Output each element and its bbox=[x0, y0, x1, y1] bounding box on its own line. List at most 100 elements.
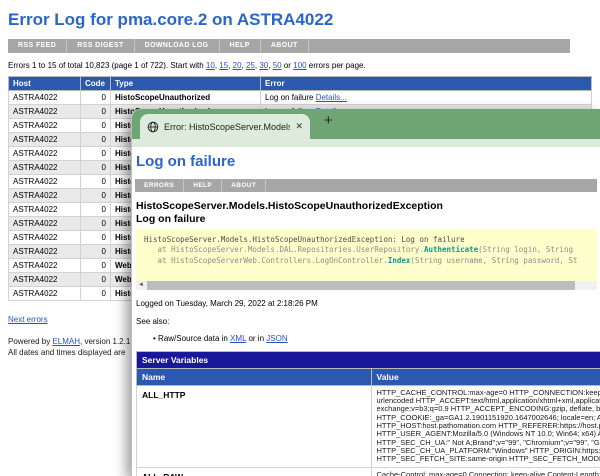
bullet-icon: • bbox=[153, 334, 156, 343]
stack-segment-method: Index bbox=[388, 256, 411, 265]
page-size-link-50[interactable]: 50 bbox=[273, 61, 282, 70]
code-cell: 0 bbox=[81, 189, 111, 203]
host-cell: ASTRA4022 bbox=[9, 189, 81, 203]
column-header-type: Type bbox=[111, 77, 261, 91]
stack-line: HistoScopeServer.Models.HistoScopeUnauth… bbox=[144, 235, 589, 245]
scrollbar-thumb[interactable] bbox=[147, 281, 575, 290]
table-row: ASTRA40220HistoScopeUnauthorizedLog on f… bbox=[9, 91, 592, 105]
elmah-link[interactable]: ELMAH bbox=[52, 337, 80, 346]
column-header-host: Host bbox=[9, 77, 81, 91]
host-cell: ASTRA4022 bbox=[9, 105, 81, 119]
raw-source-text: Raw/Source data in bbox=[158, 334, 230, 343]
stack-segment-frame: at HistoScopeServer.Models.DAL.Repositor… bbox=[144, 245, 424, 254]
error-detail-title: Log on failure bbox=[136, 153, 600, 170]
code-cell: 0 bbox=[81, 273, 111, 287]
browser-tab[interactable]: Error: HistoScopeServer.Models.H ✕ bbox=[140, 114, 310, 139]
host-cell: ASTRA4022 bbox=[9, 133, 81, 147]
server-var-value-line: HTTP_SEC_FETCH_SITE:same-origin HTTP_SEC… bbox=[377, 455, 600, 463]
stack-segment-frame: (String login, String bbox=[478, 245, 577, 254]
stack-segment-frame: at HistoScopeServerWeb.Controllers.LogOn… bbox=[144, 256, 388, 265]
server-var-name: ALL_HTTP bbox=[137, 385, 372, 467]
column-header-code: Code bbox=[81, 77, 111, 91]
xml-link[interactable]: XML bbox=[230, 334, 246, 343]
host-cell: ASTRA4022 bbox=[9, 245, 81, 259]
server-var-value: Cache-Control: max-age=0 Connection: kee… bbox=[371, 467, 600, 476]
page-size-link-100[interactable]: 100 bbox=[293, 61, 306, 70]
server-variables-header-row: Name Value bbox=[137, 368, 600, 385]
scroll-left-arrow-icon[interactable]: ◄ bbox=[136, 281, 146, 290]
details-link[interactable]: Details... bbox=[316, 93, 347, 102]
toolbar-about-button[interactable]: ABOUT bbox=[261, 39, 309, 53]
server-var-value-line: HTTP_CACHE_CONTROL:max-age=0 HTTP_CONNEC… bbox=[377, 389, 600, 397]
value-column-header: Value bbox=[371, 368, 600, 385]
scrollbar-track[interactable] bbox=[146, 281, 597, 290]
server-variables-title: Server Variables bbox=[137, 351, 600, 368]
detail-toolbar-about-button[interactable]: ABOUT bbox=[222, 179, 266, 192]
code-cell: 0 bbox=[81, 245, 111, 259]
code-cell: 0 bbox=[81, 175, 111, 189]
status-line: Errors 1 to 15 of total 10,823 (page 1 o… bbox=[8, 61, 592, 70]
toolbar-rss-feed-button[interactable]: RSS FEED bbox=[8, 39, 67, 53]
server-var-value-line: HTTP_SEC_CH_UA_PLATFORM:"Windows" HTTP_O… bbox=[377, 447, 600, 455]
server-var-row: ALL_RAWCache-Control: max-age=0 Connecti… bbox=[137, 467, 600, 476]
code-cell: 0 bbox=[81, 203, 111, 217]
tab-title: Error: HistoScopeServer.Models.H bbox=[164, 122, 290, 132]
server-var-value-line: exchange;v=b3;q=0.9 HTTP_ACCEPT_ENCODING… bbox=[377, 405, 600, 413]
toolbar-help-button[interactable]: HELP bbox=[220, 39, 261, 53]
host-cell: ASTRA4022 bbox=[9, 91, 81, 105]
exception-message: Log on failure bbox=[136, 213, 600, 226]
error-table-header-row: Host Code Type Error bbox=[9, 77, 592, 91]
next-errors-link[interactable]: Next errors bbox=[8, 315, 48, 324]
server-var-row: ALL_HTTP HTTP_CACHE_CONTROL:max-age=0 HTT… bbox=[137, 385, 600, 467]
detail-toolbar-errors-button[interactable]: ERRORS bbox=[135, 179, 184, 192]
stack-segment-head: HistoScopeServer.Models.HistoScopeUnauth… bbox=[144, 235, 465, 244]
status-prefix: Errors 1 to 15 of total 10,823 (page 1 o… bbox=[8, 61, 204, 70]
page-size-link-10[interactable]: 10 bbox=[206, 61, 215, 70]
host-cell: ASTRA4022 bbox=[9, 217, 81, 231]
code-cell: 0 bbox=[81, 119, 111, 133]
stack-line: at HistoScopeServer.Models.DAL.Repositor… bbox=[144, 245, 589, 255]
detail-toolbar: ERRORSHELPABOUT bbox=[135, 179, 597, 192]
page-size-link-15[interactable]: 15 bbox=[219, 61, 228, 70]
server-var-value-line: HTTP_COOKIE:_ga=GA1.2.1901151920.1647002… bbox=[377, 414, 600, 422]
stack-segment-method: Authenticate bbox=[424, 245, 478, 254]
code-cell: 0 bbox=[81, 147, 111, 161]
json-link[interactable]: JSON bbox=[266, 334, 287, 343]
host-cell: ASTRA4022 bbox=[9, 175, 81, 189]
host-cell: ASTRA4022 bbox=[9, 119, 81, 133]
new-tab-button[interactable]: + bbox=[324, 112, 333, 129]
column-header-error: Error bbox=[261, 77, 592, 91]
host-cell: ASTRA4022 bbox=[9, 147, 81, 161]
code-cell: 0 bbox=[81, 217, 111, 231]
host-cell: ASTRA4022 bbox=[9, 203, 81, 217]
host-cell: ASTRA4022 bbox=[9, 259, 81, 273]
toolbar-rss-digest-button[interactable]: RSS DIGEST bbox=[67, 39, 134, 53]
tab-close-icon[interactable]: ✕ bbox=[295, 122, 303, 131]
server-var-value-line: HTTP_SEC_CH_UA:" Not A;Brand";v="99", "C… bbox=[377, 439, 600, 447]
logged-on-timestamp: Logged on Tuesday, March 29, 2022 at 2:1… bbox=[136, 299, 600, 308]
error-detail-content: Log on failure ERRORSHELPABOUT HistoScop… bbox=[132, 147, 600, 476]
host-cell: ASTRA4022 bbox=[9, 231, 81, 245]
stack-segment-frame: (String username, String password, St bbox=[410, 256, 577, 265]
code-cell: 0 bbox=[81, 133, 111, 147]
code-cell: 0 bbox=[81, 91, 111, 105]
page-size-link-25[interactable]: 25 bbox=[246, 61, 255, 70]
horizontal-scrollbar[interactable]: ◄ bbox=[136, 281, 597, 290]
error-cell: Log on failure Details... bbox=[261, 91, 592, 105]
server-var-value-line: Cache-Control: max-age=0 Connection: kee… bbox=[377, 471, 600, 476]
see-also-label: See also: bbox=[136, 317, 600, 326]
page-size-link-30[interactable]: 30 bbox=[259, 61, 268, 70]
toolbar-download-log-button[interactable]: DOWNLOAD LOG bbox=[135, 39, 220, 53]
host-cell: ASTRA4022 bbox=[9, 287, 81, 301]
screen: Error Log for pma.core.2 on ASTRA4022 RS… bbox=[0, 0, 600, 476]
stack-trace-box: HistoScopeServer.Models.HistoScopeUnauth… bbox=[136, 229, 597, 281]
server-variables-table: Server Variables Name Value ALL_HTTP HTTP… bbox=[136, 351, 600, 476]
raw-source-item: • Raw/Source data in XML or in JSON bbox=[136, 334, 600, 343]
server-variables-title-row: Server Variables bbox=[137, 351, 600, 368]
error-detail-window: Error: HistoScopeServer.Models.H ✕ + Log… bbox=[131, 109, 600, 476]
server-var-value-line: urlencoded HTTP_ACCEPT:text/html,applica… bbox=[377, 397, 600, 405]
exception-type: HistoScopeServer.Models.HistoScopeUnauth… bbox=[136, 200, 600, 213]
code-cell: 0 bbox=[81, 231, 111, 245]
detail-toolbar-help-button[interactable]: HELP bbox=[184, 179, 222, 192]
page-size-link-20[interactable]: 20 bbox=[233, 61, 242, 70]
